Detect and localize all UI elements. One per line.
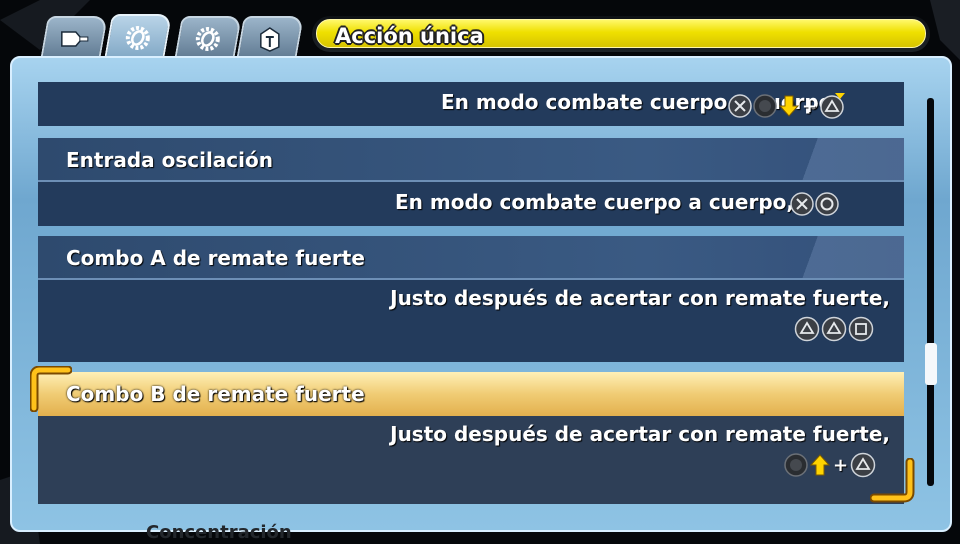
triangle-button-icon bbox=[821, 316, 847, 342]
list-item-title: Combo B de remate fuerte bbox=[66, 382, 365, 406]
gear-icon bbox=[195, 27, 220, 51]
triangle-hold-button-icon bbox=[820, 93, 846, 119]
scrollbar-thumb[interactable] bbox=[925, 343, 937, 385]
list-item-description: Justo después de acertar con remate fuer… bbox=[390, 422, 890, 446]
gear-icon bbox=[125, 26, 150, 50]
list-item[interactable]: Combo A de remate fuerte Justo después d… bbox=[38, 236, 904, 362]
list-item-body: En modo combate cuerpo a cuerpo, + bbox=[38, 82, 904, 126]
scrollbar-track[interactable] bbox=[927, 98, 934, 486]
tab-gear-2[interactable] bbox=[174, 16, 242, 60]
command-list: En modo combate cuerpo a cuerpo, + Entra… bbox=[38, 82, 904, 504]
weapon-icon bbox=[61, 31, 89, 47]
list-item-title: Entrada oscilación bbox=[66, 148, 273, 172]
list-item-header: Entrada oscilación bbox=[38, 138, 904, 182]
title-bar: Acción única bbox=[312, 16, 930, 52]
title-bar-fill: Acción única bbox=[316, 19, 926, 48]
button-combo bbox=[794, 316, 874, 342]
tab-helmet[interactable] bbox=[236, 16, 304, 60]
triangle-button-icon bbox=[794, 316, 820, 342]
cross-button-icon bbox=[728, 94, 752, 118]
tab-weapon[interactable] bbox=[40, 16, 108, 60]
circle-button-icon bbox=[815, 192, 839, 216]
l-stick-icon bbox=[784, 453, 808, 477]
divider bbox=[38, 278, 904, 280]
list-item[interactable]: Entrada oscilación En modo combate cuerp… bbox=[38, 138, 904, 226]
divider bbox=[38, 180, 904, 182]
selection-corner-bottom-right bbox=[870, 458, 915, 503]
list-item-body: Justo después de acertar con remate fuer… bbox=[38, 416, 904, 504]
selection-corner-top-left bbox=[30, 366, 72, 412]
cross-button-icon bbox=[790, 192, 814, 216]
background-menu-label: Concentración bbox=[146, 522, 292, 543]
list-item-body: Justo después de acertar con remate fuer… bbox=[38, 278, 904, 362]
list-item-selected[interactable]: Combo B de remate fuerte Justo después d… bbox=[38, 372, 904, 504]
square-button-icon bbox=[848, 316, 874, 342]
list-item-description: En modo combate cuerpo a cuerpo, bbox=[395, 190, 794, 214]
plus-symbol: + bbox=[833, 454, 849, 476]
plus-symbol: + bbox=[802, 95, 818, 117]
list-item-body: En modo combate cuerpo a cuerpo, bbox=[38, 180, 904, 226]
list-item-header: Combo B de remate fuerte bbox=[38, 372, 904, 416]
list-item-title: Combo A de remate fuerte bbox=[66, 246, 365, 270]
button-combo: + bbox=[728, 93, 846, 119]
tab-gear-1[interactable] bbox=[103, 14, 173, 60]
button-combo bbox=[790, 192, 839, 216]
down-arrow-icon bbox=[778, 95, 800, 117]
list-item[interactable]: En modo combate cuerpo a cuerpo, + bbox=[38, 82, 904, 128]
list-item-description: Justo después de acertar con remate fuer… bbox=[390, 286, 890, 310]
page-title: Acción única bbox=[335, 24, 484, 48]
button-combo: + bbox=[784, 452, 876, 478]
helmet-icon bbox=[260, 27, 280, 52]
l-stick-icon bbox=[753, 94, 777, 118]
list-item-header: Combo A de remate fuerte bbox=[38, 236, 904, 280]
up-arrow-icon bbox=[809, 454, 831, 476]
